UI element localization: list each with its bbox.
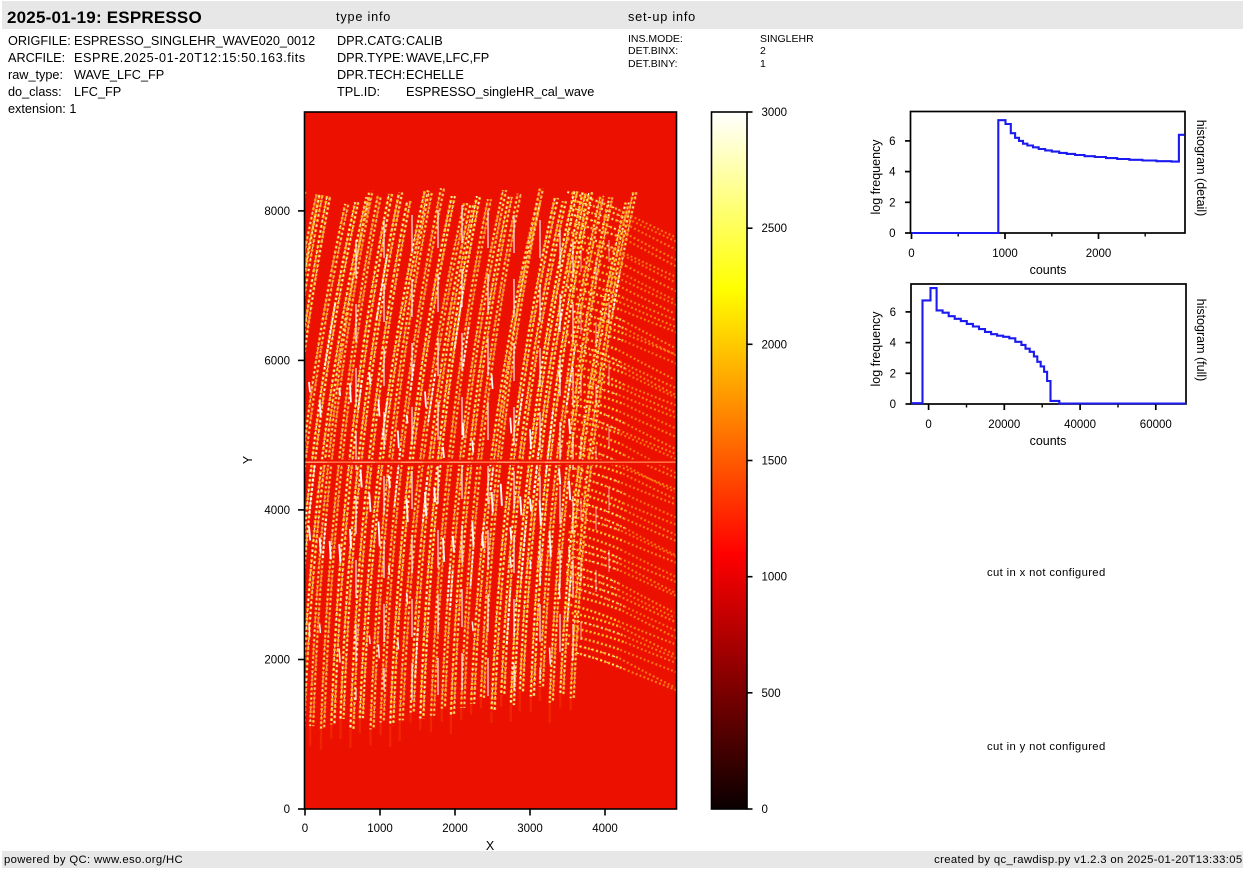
svg-text:4: 4 [889,167,896,179]
svg-text:6: 6 [889,136,895,148]
svg-text:40000: 40000 [1064,419,1096,431]
svg-text:1500: 1500 [762,456,788,468]
svg-text:6000: 6000 [264,355,290,367]
svg-text:2000: 2000 [762,339,788,351]
svg-text:4: 4 [890,338,897,350]
svg-text:0: 0 [302,823,308,835]
svg-text:1000: 1000 [762,572,788,584]
svg-text:2000: 2000 [442,823,468,835]
svg-text:0: 0 [762,804,768,816]
svg-text:4000: 4000 [264,505,290,517]
svg-text:counts: counts [1030,263,1067,277]
svg-text:histogram (detail): histogram (detail) [1194,120,1208,217]
svg-text:2000: 2000 [264,655,290,667]
svg-text:2000: 2000 [1086,248,1112,260]
svg-text:2: 2 [889,197,895,209]
svg-text:0: 0 [925,419,931,431]
svg-text:0: 0 [908,248,914,260]
svg-text:Y: Y [241,455,255,464]
svg-text:1000: 1000 [992,248,1018,260]
svg-text:4000: 4000 [592,823,618,835]
svg-text:log frequency: log frequency [869,311,883,387]
svg-text:counts: counts [1030,434,1067,448]
svg-text:0: 0 [284,804,290,816]
svg-text:1000: 1000 [367,823,393,835]
svg-text:6: 6 [890,307,896,319]
svg-text:X: X [486,839,495,853]
svg-text:log frequency: log frequency [869,139,883,215]
svg-text:0: 0 [889,228,895,240]
svg-text:2500: 2500 [762,223,788,235]
svg-text:500: 500 [762,688,781,700]
svg-text:histogram (full): histogram (full) [1194,299,1208,382]
svg-text:2: 2 [890,368,896,380]
svg-text:60000: 60000 [1140,419,1172,431]
svg-text:3000: 3000 [762,107,788,119]
svg-text:0: 0 [890,399,896,411]
svg-text:3000: 3000 [517,823,543,835]
svg-text:8000: 8000 [264,206,290,218]
svg-text:20000: 20000 [988,419,1020,431]
